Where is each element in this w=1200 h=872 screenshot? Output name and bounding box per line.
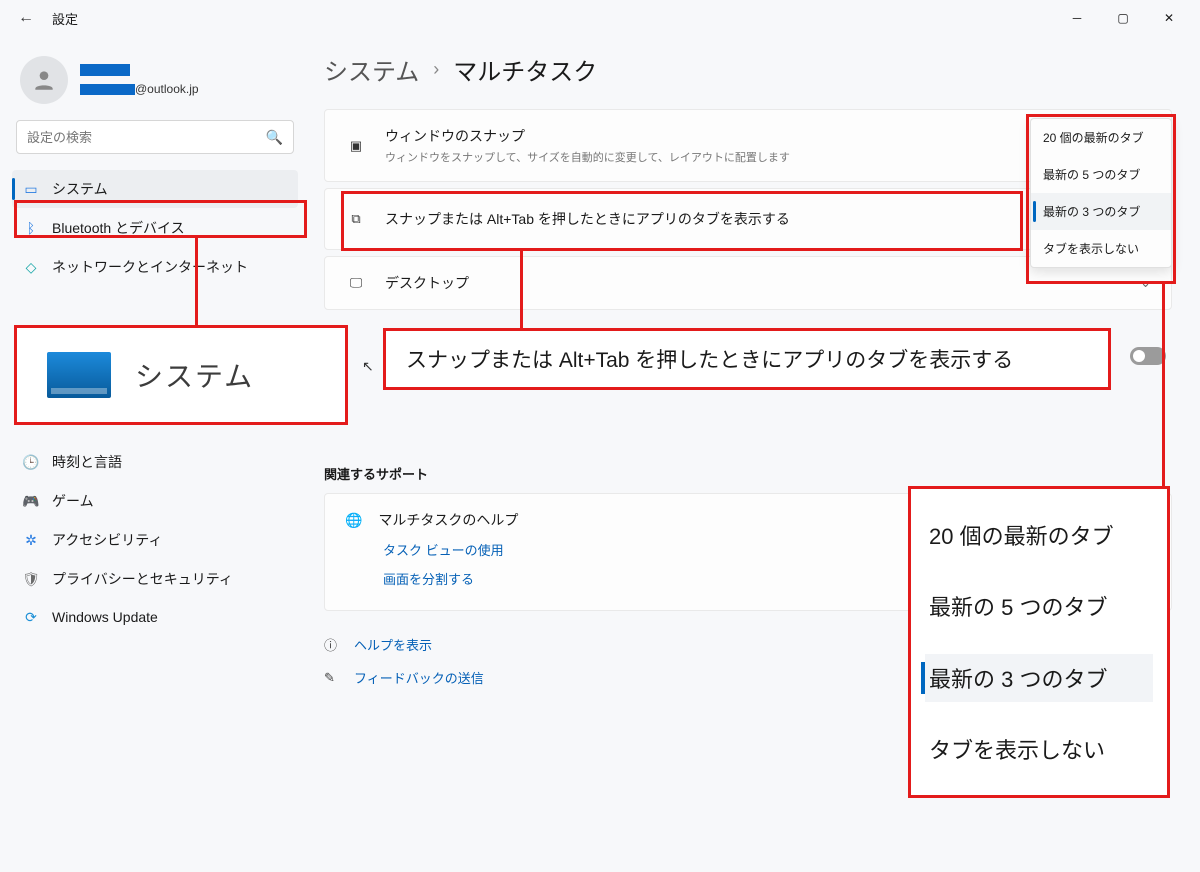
system-label-large: システム [135,355,254,395]
window-controls: ─ ▢ ✕ [1054,2,1192,34]
dropdown-option-selected[interactable]: 最新の 3 つのタブ [1031,193,1171,230]
tabs-icon: ⧉ [345,211,367,227]
sidebar-item-label: 時刻と言語 [52,452,122,472]
annotation-zoom-system: システム [14,325,348,425]
dropdown-option-large: タブを表示しない [925,725,1153,773]
sidebar: @outlook.jp 🔍 ▭ システム ᛒ Bluetooth とデバイス ◇ ネッ… [0,36,310,872]
sidebar-item-network[interactable]: ◇ ネットワークとインターネット [12,248,298,286]
profile-email-redacted [80,84,135,95]
annotation-zoom-alttab: スナップまたは Alt+Tab を押したときにアプリのタブを表示する [383,328,1111,390]
sidebar-item-label: システム [52,179,108,199]
annotation-zoom-dropdown: 20 個の最新のタブ 最新の 5 つのタブ 最新の 3 つのタブ タブを表示しな… [908,486,1170,798]
update-icon: ⟳ [22,608,40,626]
search-input-wrap[interactable]: 🔍 [16,120,294,154]
sidebar-item-privacy[interactable]: 🛡 プライバシーとセキュリティ [12,560,298,598]
breadcrumb-current: マルチタスク [453,52,597,87]
dropdown-option-large-selected: 最新の 3 つのタブ [925,654,1153,702]
annotation-connector [520,248,523,328]
dropdown-option-large: 最新の 5 つのタブ [925,582,1153,630]
annotation-connector [195,236,198,325]
system-icon-large [47,352,111,398]
nav-list: ▭ システム ᛒ Bluetooth とデバイス ◇ ネットワークとインターネット [12,170,298,286]
avatar [20,56,68,104]
dropdown-option[interactable]: タブを表示しない [1031,230,1171,267]
help-icon: ⓘ [324,635,342,654]
sidebar-item-label: ネットワークとインターネット [52,257,248,277]
sidebar-item-label: Windows Update [52,609,158,625]
desktop-icon: 🖵 [345,275,367,291]
sidebar-item-label: プライバシーとセキュリティ [52,569,233,589]
title-bar: ← 設定 ─ ▢ ✕ [0,0,1200,36]
alttab-label-large: スナップまたは Alt+Tab を押したときにアプリのタブを表示する [406,344,1013,374]
person-icon [31,67,57,93]
sidebar-item-accessibility[interactable]: ✲ アクセシビリティ [12,521,298,559]
help-title: マルチタスクのヘルプ [378,510,518,530]
breadcrumb-parent[interactable]: システム [324,52,419,87]
feedback-icon: ✎ [324,670,342,686]
card-title: デスクトップ [385,273,1122,293]
sidebar-item-label: アクセシビリティ [52,530,162,550]
toggle-switch[interactable] [1130,347,1166,365]
globe-icon: 🌐 [345,512,362,529]
clock-icon: 🕒 [22,453,40,471]
game-icon: 🎮 [22,492,40,510]
snap-icon: ▣ [345,138,367,154]
sidebar-item-label: ゲーム [52,491,94,511]
chevron-right-icon: › [433,59,439,80]
sidebar-item-system[interactable]: ▭ システム [12,170,298,208]
sidebar-item-label: Bluetooth とデバイス [52,218,185,238]
profile-name-redacted [80,64,130,76]
sidebar-item-time[interactable]: 🕒 時刻と言語 [12,443,298,481]
search-icon: 🔍 [266,129,283,146]
annotation-connector [1162,282,1165,488]
bluetooth-icon: ᛒ [22,219,40,237]
maximize-button[interactable]: ▢ [1100,2,1146,34]
wifi-icon: ◇ [22,258,40,276]
system-icon: ▭ [22,180,40,198]
sidebar-item-bluetooth[interactable]: ᛒ Bluetooth とデバイス [12,209,298,247]
profile-info: @outlook.jp [80,64,199,96]
profile-block[interactable]: @outlook.jp [12,44,298,120]
section-related-support: 関連するサポート [324,464,1172,483]
sidebar-item-gaming[interactable]: 🎮 ゲーム [12,482,298,520]
dropdown-option-large: 20 個の最新のタブ [925,511,1153,559]
profile-email-suffix: @outlook.jp [135,82,199,96]
shield-icon: 🛡 [22,570,40,588]
dropdown-tab-count[interactable]: 20 個の最新のタブ 最新の 5 つのタブ 最新の 3 つのタブ タブを表示しな… [1030,118,1172,268]
back-button[interactable]: ← [8,9,44,27]
sidebar-item-update[interactable]: ⟳ Windows Update [12,599,298,635]
link-label: ヘルプを表示 [354,635,432,654]
dropdown-option[interactable]: 最新の 5 つのタブ [1031,156,1171,193]
accessibility-icon: ✲ [22,531,40,549]
cursor-icon: ↖ [362,358,374,375]
minimize-button[interactable]: ─ [1054,2,1100,34]
chevron-down-icon: ⌄ [1140,275,1151,291]
window-title: 設定 [52,9,78,28]
search-input[interactable] [27,130,266,145]
dropdown-option[interactable]: 20 個の最新のタブ [1031,119,1171,156]
breadcrumb: システム › マルチタスク [324,48,1172,109]
close-button[interactable]: ✕ [1146,2,1192,34]
link-label: フィードバックの送信 [354,668,484,687]
